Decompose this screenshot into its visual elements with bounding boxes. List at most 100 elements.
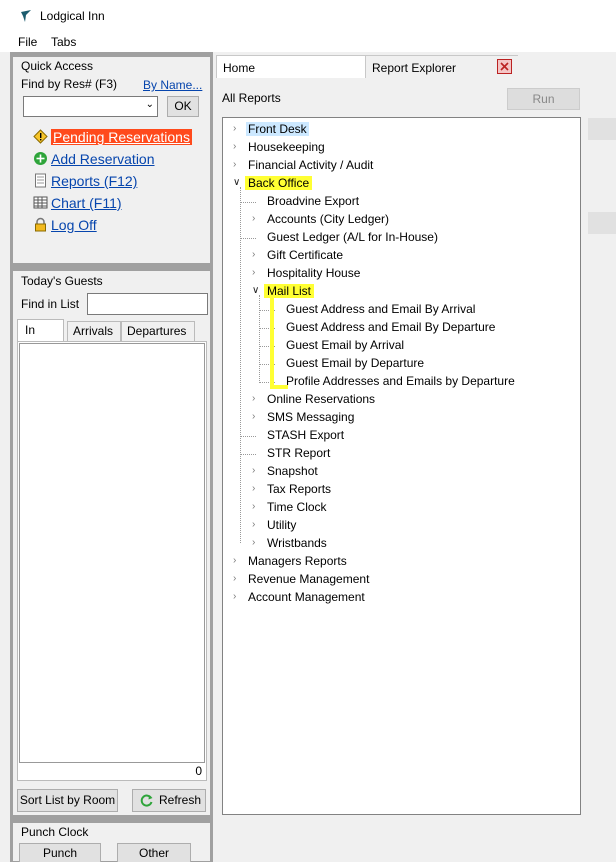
chevron-right-icon[interactable]: › [233,553,236,569]
chevron-right-icon[interactable]: › [233,589,236,605]
tree-guide-back-office [240,187,241,543]
tree-node-guest-ledger-a-l-for-in-house[interactable]: Guest Ledger (A/L for In-House) [267,229,438,245]
punch-clock-panel: Punch Clock Punch Other [12,822,211,862]
tree-node-account-management[interactable]: Account Management [248,589,365,605]
menu-file[interactable]: File [18,35,37,49]
chevron-right-icon[interactable]: › [233,121,236,137]
tree-node-mail-list[interactable]: Mail List [264,283,315,299]
tree-node-profile-addresses-and-emails-by-departure[interactable]: Profile Addresses and Emails by Departur… [286,373,515,389]
tree-node-housekeeping[interactable]: Housekeeping [248,139,325,155]
tree-node-managers-reports[interactable]: Managers Reports [248,553,347,569]
tree-node-label: Financial Activity / Audit [248,158,374,172]
tab-strip: Home Report Explorer [213,52,616,78]
tree-node-hospitality-house[interactable]: Hospitality House [267,265,360,281]
chevron-right-icon[interactable]: › [252,535,255,551]
chevron-right-icon[interactable]: › [252,247,255,263]
sort-list-by-room-button[interactable]: Sort List by Room [17,789,118,812]
ok-button[interactable]: OK [167,96,199,117]
chevron-right-icon[interactable]: › [252,265,255,281]
side-strip-bottom [588,212,616,234]
tree-node-back-office[interactable]: Back Office [245,175,313,191]
find-in-list-label: Find in List [21,297,80,311]
tree-node-label: Account Management [248,590,365,604]
tab-home-label: Home [223,61,256,75]
tree-node-label: Hospitality House [267,266,361,280]
chevron-right-icon[interactable]: › [233,139,236,155]
tree-node-utility[interactable]: Utility [267,517,296,533]
punch-clock-title: Punch Clock [21,825,89,839]
chevron-right-icon[interactable]: › [233,157,236,173]
tree-node-guest-address-and-email-by-departure[interactable]: Guest Address and Email By Departure [286,319,495,335]
tab-home[interactable]: Home [216,55,366,78]
log-off-link[interactable]: Log Off [51,217,97,233]
chevron-right-icon[interactable]: › [252,499,255,515]
tree-node-revenue-management[interactable]: Revenue Management [248,571,369,587]
tree-node-label: Guest Address and Email By Departure [286,320,496,334]
tree-node-tax-reports[interactable]: Tax Reports [267,481,331,497]
tree-node-wristbands[interactable]: Wristbands [267,535,327,551]
chevron-right-icon[interactable]: › [252,463,255,479]
tab-in[interactable]: In [17,319,64,341]
by-name-link[interactable]: By Name... [143,78,202,92]
chevron-right-icon[interactable]: › [252,211,255,227]
close-tab-icon[interactable] [497,59,512,74]
tree-connector [240,238,256,239]
chevron-down-icon[interactable]: ⌄ [146,99,154,110]
tree-node-snapshot[interactable]: Snapshot [267,463,318,479]
run-button[interactable]: Run [507,88,580,110]
tree-node-guest-email-by-departure[interactable]: Guest Email by Departure [286,355,424,371]
tree-node-sms-messaging[interactable]: SMS Messaging [267,409,354,425]
find-in-list-input[interactable] [87,293,208,315]
tree-node-gift-certificate[interactable]: Gift Certificate [267,247,343,263]
quick-access-title: Quick Access [21,59,94,73]
other-button[interactable]: Other [117,843,191,862]
guest-list[interactable] [19,343,205,763]
tab-report-explorer[interactable]: Report Explorer [366,55,518,78]
tree-guide-mail-list [259,295,260,381]
tree-node-label: Accounts (City Ledger) [267,212,390,226]
chart-icon [33,196,48,209]
todays-guests-panel: Today's Guests Find in List In Arrivals … [12,270,211,816]
tree-node-front-desk[interactable]: Front Desk [246,121,309,137]
tab-departures-label: Departures [127,324,187,338]
tree-connector [240,202,256,203]
chevron-right-icon[interactable]: › [252,409,255,425]
res-number-combo[interactable]: ⌄ [23,96,158,117]
pending-reservations-link[interactable]: Pending Reservations [51,129,192,145]
menu-tabs[interactable]: Tabs [51,35,76,49]
tree-node-label: Guest Address and Email By Arrival [286,302,476,316]
chevron-right-icon[interactable]: › [233,571,236,587]
tree-node-stash-export[interactable]: STASH Export [267,427,344,443]
highlighter-mark [270,297,274,389]
title-bar: Lodgical Inn [0,0,616,32]
tree-node-label: Guest Ledger (A/L for In-House) [267,230,438,244]
tree-node-label: Time Clock [267,500,327,514]
warning-icon [33,129,48,144]
tree-node-time-clock[interactable]: Time Clock [267,499,327,515]
tree-node-label: Gift Certificate [267,248,344,262]
tree-node-label: STR Report [267,446,331,460]
refresh-button[interactable]: Refresh [132,789,206,812]
tab-report-explorer-label: Report Explorer [372,61,457,75]
tab-arrivals-label: Arrivals [73,324,114,338]
add-reservation-link[interactable]: Add Reservation [51,151,155,167]
tree-node-financial-activity-audit[interactable]: Financial Activity / Audit [248,157,373,173]
tree-node-online-reservations[interactable]: Online Reservations [267,391,375,407]
punch-button[interactable]: Punch [19,843,101,862]
chevron-right-icon[interactable]: › [252,481,255,497]
tree-connector [240,454,256,455]
chevron-right-icon[interactable]: › [252,517,255,533]
tab-departures[interactable]: Departures [121,321,195,341]
report-tree[interactable]: › Front Desk › Housekeeping › Financial Activ… [222,117,581,815]
refresh-icon [140,794,153,807]
tree-node-broadvine-export[interactable]: Broadvine Export [267,193,359,209]
tree-node-guest-email-by-arrival[interactable]: Guest Email by Arrival [286,337,404,353]
chart-link[interactable]: Chart (F11) [51,195,122,211]
tree-node-str-report[interactable]: STR Report [267,445,330,461]
tree-node-guest-address-and-email-by-arrival[interactable]: Guest Address and Email By Arrival [286,301,475,317]
tree-node-label: Front Desk [246,122,309,136]
reports-link[interactable]: Reports (F12) [51,173,137,189]
tree-node-accounts-city-ledger[interactable]: Accounts (City Ledger) [267,211,389,227]
tab-arrivals[interactable]: Arrivals [67,321,121,341]
chevron-right-icon[interactable]: › [252,391,255,407]
